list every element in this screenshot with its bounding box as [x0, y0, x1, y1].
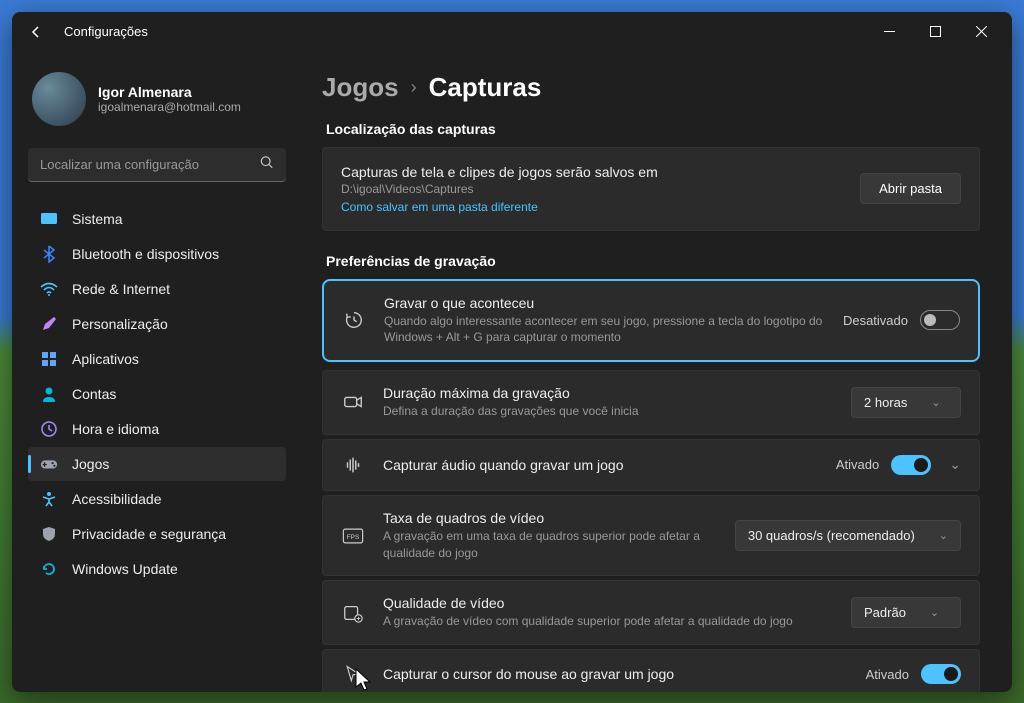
setting-desc: A gravação em uma taxa de quadros superi…: [383, 528, 717, 562]
sidebar-item-label: Contas: [72, 386, 116, 402]
nav-list: Sistema Bluetooth e dispositivos Rede & In…: [28, 202, 286, 586]
quality-icon: [341, 602, 365, 624]
audio-wave-icon: [341, 454, 365, 476]
search-input[interactable]: [28, 148, 286, 182]
toggle-capture-cursor[interactable]: [921, 664, 961, 684]
setting-quality[interactable]: Qualidade de vídeo A gravação de vídeo c…: [322, 580, 980, 645]
sidebar-item-label: Sistema: [72, 211, 123, 227]
sidebar-item-jogos[interactable]: Jogos: [28, 447, 286, 481]
sidebar-item-hora[interactable]: Hora e idioma: [28, 412, 286, 446]
location-link[interactable]: Como salvar em uma pasta diferente: [341, 200, 860, 214]
sidebar-item-privacidade[interactable]: Privacidade e segurança: [28, 517, 286, 551]
setting-title: Capturar o cursor do mouse ao gravar um …: [383, 666, 848, 682]
camera-icon: [341, 391, 365, 413]
breadcrumb-current: Capturas: [429, 72, 542, 103]
setting-title: Qualidade de vídeo: [383, 595, 833, 611]
setting-title: Duração máxima da gravação: [383, 385, 833, 401]
sidebar-item-label: Windows Update: [72, 561, 178, 577]
sidebar-item-label: Privacidade e segurança: [72, 526, 226, 542]
sidebar-item-label: Hora e idioma: [72, 421, 159, 437]
settings-window: Configurações Igor Almenara igoalmenara@…: [12, 12, 1012, 692]
sidebar-item-update[interactable]: Windows Update: [28, 552, 286, 586]
update-icon: [40, 560, 58, 578]
toggle-record-happened[interactable]: [920, 310, 960, 330]
chevron-down-icon: ⌄: [930, 606, 939, 619]
main-content: Jogos › Capturas Localização das captura…: [302, 52, 1012, 692]
open-folder-button[interactable]: Abrir pasta: [860, 173, 961, 204]
dropdown-fps[interactable]: 30 quadros/s (recomendado) ⌄: [735, 520, 961, 551]
section-prefs-header: Preferências de gravação: [326, 253, 980, 269]
sidebar-item-sistema[interactable]: Sistema: [28, 202, 286, 236]
setting-max-duration[interactable]: Duração máxima da gravação Defina a dura…: [322, 370, 980, 435]
dropdown-quality[interactable]: Padrão ⌄: [851, 597, 961, 628]
sidebar-item-label: Acessibilidade: [72, 491, 162, 507]
maximize-button[interactable]: [912, 16, 958, 48]
history-icon: [342, 309, 366, 331]
sidebar-item-rede[interactable]: Rede & Internet: [28, 272, 286, 306]
fps-icon: FPS: [341, 527, 365, 545]
setting-desc: A gravação de vídeo com qualidade superi…: [383, 613, 833, 630]
sidebar-item-bluetooth[interactable]: Bluetooth e dispositivos: [28, 237, 286, 271]
sidebar-item-acessibilidade[interactable]: Acessibilidade: [28, 482, 286, 516]
setting-desc: Quando algo interessante acontecer em se…: [384, 313, 825, 347]
toggle-label: Desativado: [843, 313, 908, 328]
close-button[interactable]: [958, 16, 1004, 48]
sidebar-item-label: Rede & Internet: [72, 281, 170, 297]
contas-icon: [40, 385, 58, 403]
titlebar: Configurações: [12, 12, 1012, 52]
chevron-down-icon: ⌄: [931, 396, 940, 409]
back-button[interactable]: [20, 16, 52, 48]
avatar: [32, 72, 86, 126]
acessibilidade-icon: [40, 490, 58, 508]
section-location-header: Localização das capturas: [326, 121, 980, 137]
location-path: D:\igoal\Videos\Captures: [341, 182, 860, 196]
chevron-down-icon[interactable]: ⌄: [949, 456, 961, 473]
breadcrumb-parent[interactable]: Jogos: [322, 72, 399, 103]
setting-capture-cursor[interactable]: Capturar o cursor do mouse ao gravar um …: [322, 649, 980, 691]
setting-desc: Defina a duração das gravações que você …: [383, 403, 833, 420]
search-icon: [260, 155, 274, 174]
hora-icon: [40, 420, 58, 438]
cursor-icon: [341, 664, 365, 684]
chevron-down-icon: ⌄: [939, 529, 948, 542]
setting-fps[interactable]: FPS Taxa de quadros de vídeo A gravação …: [322, 495, 980, 577]
setting-capture-audio[interactable]: Capturar áudio quando gravar um jogo Ati…: [322, 439, 980, 491]
aplicativos-icon: [40, 350, 58, 368]
sidebar-item-label: Bluetooth e dispositivos: [72, 246, 219, 262]
setting-title: Taxa de quadros de vídeo: [383, 510, 717, 526]
sidebar-item-label: Jogos: [72, 456, 109, 472]
window-title: Configurações: [64, 24, 148, 39]
toggle-capture-audio[interactable]: [891, 455, 931, 475]
sistema-icon: [40, 210, 58, 228]
setting-record-what-happened[interactable]: Gravar o que aconteceu Quando algo inter…: [322, 279, 980, 363]
location-title: Capturas de tela e clipes de jogos serão…: [341, 164, 860, 180]
minimize-button[interactable]: [866, 16, 912, 48]
profile[interactable]: Igor Almenara igoalmenara@hotmail.com: [28, 64, 286, 142]
setting-title: Capturar áudio quando gravar um jogo: [383, 457, 818, 473]
search-box[interactable]: [28, 148, 286, 182]
jogos-icon: [40, 455, 58, 473]
toggle-label: Ativado: [866, 667, 909, 682]
sidebar-item-label: Aplicativos: [72, 351, 139, 367]
breadcrumb: Jogos › Capturas: [322, 72, 980, 103]
setting-title: Gravar o que aconteceu: [384, 295, 825, 311]
sidebar-item-contas[interactable]: Contas: [28, 377, 286, 411]
toggle-label: Ativado: [836, 457, 879, 472]
sidebar-item-label: Personalização: [72, 316, 168, 332]
dropdown-max-duration[interactable]: 2 horas ⌄: [851, 387, 961, 418]
sidebar: Igor Almenara igoalmenara@hotmail.com Si…: [12, 52, 302, 692]
location-card: Capturas de tela e clipes de jogos serão…: [322, 147, 980, 231]
bluetooth-icon: [40, 245, 58, 263]
svg-text:FPS: FPS: [347, 534, 359, 541]
privacidade-icon: [40, 525, 58, 543]
personalizacao-icon: [40, 315, 58, 333]
profile-email: igoalmenara@hotmail.com: [98, 100, 241, 114]
sidebar-item-aplicativos[interactable]: Aplicativos: [28, 342, 286, 376]
sidebar-item-personalizacao[interactable]: Personalização: [28, 307, 286, 341]
rede-icon: [40, 280, 58, 298]
profile-name: Igor Almenara: [98, 84, 241, 100]
chevron-right-icon: ›: [411, 77, 417, 98]
